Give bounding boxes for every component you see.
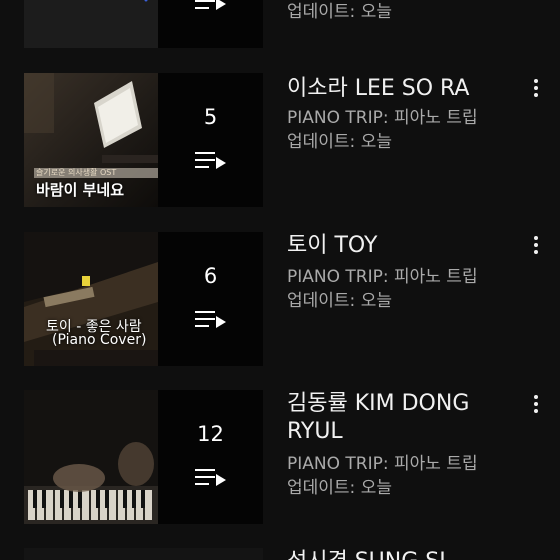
playlist-updated: 업데이트: 오늘 (287, 291, 392, 311)
playlist-thumbnail[interactable]: 12 (24, 390, 263, 524)
playlist-title[interactable]: 김동률 KIM DONG RYUL (287, 390, 522, 446)
playlist-item[interactable]: 성시경 SUNG SI (0, 548, 560, 560)
playlist-list: 업데이트: 오늘 슬기로운 의사생활 OST 바람이 부네요 5 이소라 LEE… (0, 0, 560, 560)
thumbnail-overlay (158, 0, 263, 48)
playlist-updated: 업데이트: 오늘 (287, 478, 392, 498)
playlist-updated: 업데이트: 오늘 (287, 132, 392, 152)
thumbnail-caption-sub: (Piano Cover) (52, 332, 147, 348)
more-vert-icon[interactable] (528, 233, 544, 257)
thumbnail-overlay: 6 (158, 232, 263, 366)
playlist-updated: 업데이트: 오늘 (287, 2, 392, 22)
playlist-thumbnail[interactable]: 슬기로운 의사생활 OST 바람이 부네요 5 (24, 73, 263, 207)
video-count: 12 (197, 422, 224, 446)
thumbnail-image (24, 0, 158, 48)
playlist-item[interactable]: 슬기로운 의사생활 OST 바람이 부네요 5 이소라 LEE SO RA PI… (0, 73, 560, 213)
playlist-thumbnail[interactable] (24, 0, 263, 48)
thumbnail-overlay: 12 (158, 390, 263, 524)
thumbnail-caption-main: 바람이 부네요 (36, 181, 125, 199)
playlist-channel[interactable]: PIANO TRIP: 피아노 트립 (287, 452, 478, 476)
video-count: 6 (203, 264, 218, 288)
playlist-title[interactable]: 이소라 LEE SO RA (287, 75, 522, 103)
playlist-play-icon (195, 152, 226, 169)
more-vert-icon[interactable] (528, 392, 544, 416)
playlist-item[interactable]: 12 김동률 KIM DONG RYUL PIANO TRIP: 피아노 트립 … (0, 390, 560, 530)
playlist-thumbnail[interactable] (24, 548, 263, 560)
playlist-channel[interactable]: PIANO TRIP: 피아노 트립 (287, 265, 478, 289)
thumbnail-caption-small: 슬기로운 의사생활 OST (36, 168, 117, 177)
thumbnail-overlay: 5 (158, 73, 263, 207)
playlist-play-icon (195, 311, 226, 328)
playlist-item[interactable]: 토이 - 좋은 사람 (Piano Cover) 6 토이 TOY PIANO … (0, 232, 560, 372)
more-vert-icon[interactable] (528, 76, 544, 100)
playlist-title[interactable]: 토이 TOY (287, 232, 522, 260)
video-count: 5 (203, 105, 218, 129)
playlist-title[interactable]: 성시경 SUNG SI (287, 548, 522, 560)
playlist-thumbnail[interactable]: 토이 - 좋은 사람 (Piano Cover) 6 (24, 232, 263, 366)
playlist-play-icon (195, 0, 226, 10)
playlist-channel[interactable]: PIANO TRIP: 피아노 트립 (287, 106, 478, 130)
playlist-play-icon (195, 469, 226, 486)
playlist-item[interactable]: 업데이트: 오늘 (0, 0, 560, 54)
thumbnail-image (24, 390, 158, 524)
